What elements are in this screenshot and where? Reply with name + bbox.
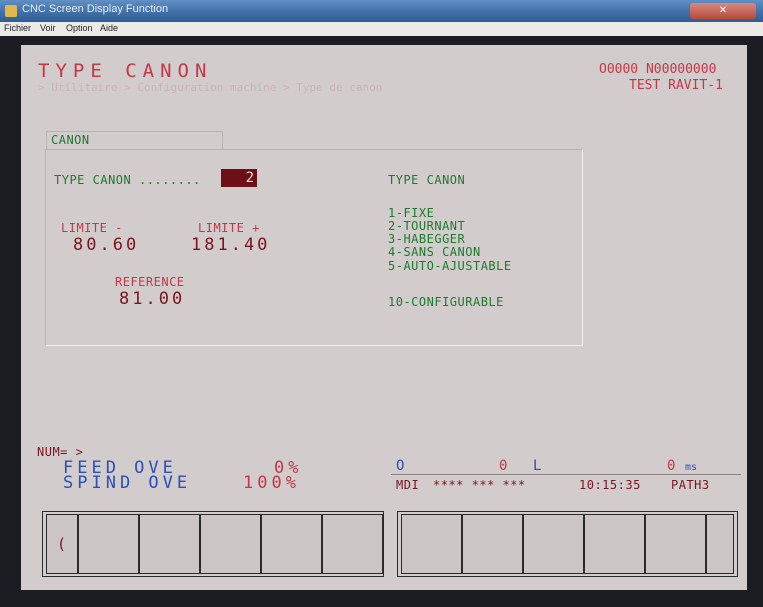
menu-option[interactable]: Option: [66, 23, 93, 33]
options-title: TYPE CANON: [388, 173, 466, 187]
option-item: 3-HABEGGER: [388, 232, 466, 246]
mode-indicator: MDI: [396, 478, 420, 492]
l-label: L: [533, 458, 542, 474]
clock-time: 10:15:35: [579, 478, 641, 492]
mode-stars: **** *** ***: [433, 478, 526, 492]
limit-plus-value: 181.40: [191, 235, 271, 255]
machine-name: TEST RAVIT-1: [629, 78, 723, 93]
reference-label: REFERENCE: [115, 275, 185, 289]
window-titlebar: CNC Screen Display Function ✕: [0, 0, 763, 22]
type-canon-input[interactable]: 2: [221, 169, 257, 187]
option-item: 5-AUTO-AJUSTABLE: [388, 259, 512, 273]
o-value: 0: [499, 458, 508, 474]
softkey-next[interactable]: [706, 514, 734, 574]
window-title: CNC Screen Display Function: [22, 3, 169, 15]
option-item: 2-TOURNANT: [388, 219, 466, 233]
menu-voir[interactable]: Voir: [40, 23, 56, 33]
softkey-4[interactable]: [261, 514, 322, 574]
softkey-prev-label: (: [57, 535, 67, 553]
menu-bar: Fichier Voir Option Aide: [0, 22, 763, 36]
ms-unit: ms: [685, 462, 698, 473]
status-divider: [391, 474, 741, 475]
softkey-9[interactable]: [584, 514, 645, 574]
menu-aide[interactable]: Aide: [100, 23, 118, 33]
softkey-1[interactable]: [78, 514, 139, 574]
num-prompt[interactable]: NUM= >: [37, 445, 83, 459]
softkey-10[interactable]: [645, 514, 706, 574]
spindle-override-value: 100%: [243, 473, 300, 493]
softkey-5[interactable]: [322, 514, 383, 574]
menu-fichier[interactable]: Fichier: [4, 23, 31, 33]
type-canon-label: TYPE CANON ........: [54, 173, 201, 187]
softkey-2[interactable]: [139, 514, 200, 574]
softkey-7[interactable]: [462, 514, 523, 574]
app-icon: [5, 5, 17, 17]
softkey-6[interactable]: [401, 514, 462, 574]
ms-value: 0: [667, 458, 676, 474]
page-title: TYPE CANON: [38, 60, 213, 82]
softkey-prev[interactable]: (: [46, 514, 78, 574]
program-number: O0000 N00000000: [599, 62, 717, 77]
limit-minus-value: 80.60: [73, 235, 140, 255]
softkey-8[interactable]: [523, 514, 584, 574]
softkey-3[interactable]: [200, 514, 261, 574]
limit-minus-label: LIMITE -: [61, 221, 123, 235]
option-item: 1-FIXE: [388, 206, 435, 220]
close-button[interactable]: ✕: [690, 3, 756, 19]
spindle-override-label: SPIND OVE: [63, 473, 192, 493]
o-label: O: [396, 458, 405, 474]
reference-value: 81.00: [119, 289, 186, 309]
panel-tab-label: CANON: [51, 133, 90, 147]
breadcrumb: > Utilitaire > Configuration machine > T…: [38, 81, 383, 94]
cnc-screen: TYPE CANON > Utilitaire > Configuration …: [21, 45, 747, 590]
option-item-configurable: 10-CONFIGURABLE: [388, 295, 504, 309]
option-item: 4-SANS CANON: [388, 245, 481, 259]
limit-plus-label: LIMITE +: [198, 221, 260, 235]
path-indicator: PATH3: [671, 478, 710, 492]
